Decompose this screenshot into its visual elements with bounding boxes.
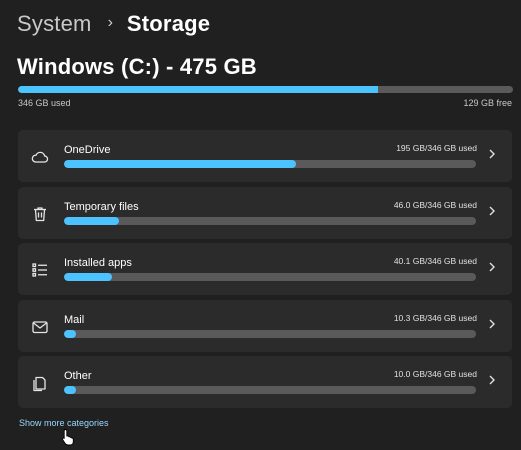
- category-usage: 10.0 GB/346 GB used: [393, 369, 477, 379]
- category-usage-fill: [64, 160, 297, 168]
- category-usage: 40.1 GB/346 GB used: [393, 256, 477, 266]
- category-usage-fill: [64, 329, 77, 338]
- category-name: Mail: [64, 313, 85, 326]
- category-onedrive[interactable]: OneDrive 195 GB/346 GB used: [18, 130, 512, 182]
- document-icon: [31, 374, 49, 392]
- cloud-icon: [31, 148, 49, 166]
- category-name: OneDrive: [64, 144, 111, 156]
- category-other[interactable]: Other 10.0 GB/346 GB used: [18, 356, 512, 408]
- category-mail[interactable]: Mail 10.3 GB/346 GB used: [18, 299, 512, 352]
- chevron-right-icon: [488, 317, 496, 331]
- drive-usage-fill: [18, 86, 379, 93]
- chevron-right-icon: [488, 204, 496, 218]
- category-usage-fill: [64, 273, 112, 281]
- breadcrumb-system[interactable]: System: [17, 11, 92, 37]
- category-usage: 46.0 GB/346 GB used: [393, 199, 477, 210]
- category-usage-bar: [64, 386, 476, 394]
- chevron-right-icon: [488, 147, 496, 161]
- chevron-right-icon: [488, 260, 496, 274]
- trash-icon: [31, 205, 49, 223]
- category-name: Other: [64, 370, 92, 382]
- category-usage-bar: [64, 273, 476, 281]
- category-usage: 10.3 GB/346 GB used: [393, 312, 477, 323]
- category-name: Installed apps: [64, 257, 132, 269]
- category-usage-fill: [64, 386, 76, 394]
- show-more-categories-link[interactable]: Show more categories: [19, 418, 109, 428]
- chevron-right-icon: [488, 373, 496, 387]
- category-temporary-files[interactable]: Temporary files 46.0 GB/346 GB used: [18, 186, 512, 239]
- category-list: OneDrive 195 GB/346 GB used Temporary fi…: [18, 130, 512, 413]
- mail-icon: [31, 318, 49, 336]
- hand-cursor-icon: [61, 428, 75, 446]
- breadcrumb-separator: ›: [107, 14, 113, 31]
- category-usage-bar: [64, 216, 476, 225]
- category-usage: 195 GB/346 GB used: [396, 143, 477, 153]
- drive-title: Windows (C:) - 475 GB: [17, 54, 257, 79]
- category-usage-bar: [64, 160, 476, 168]
- category-usage-bar: [64, 329, 476, 338]
- drive-free-label: 129 GB free: [463, 98, 512, 108]
- category-usage-fill: [64, 216, 119, 225]
- apps-list-icon: [31, 261, 49, 279]
- drive-usage-bar: [18, 86, 513, 93]
- category-name: Temporary files: [64, 200, 139, 213]
- drive-used-label: 346 GB used: [18, 98, 71, 108]
- breadcrumb: System › Storage: [17, 8, 210, 40]
- page-title: Storage: [126, 11, 211, 36]
- category-installed-apps[interactable]: Installed apps 40.1 GB/346 GB used: [18, 243, 512, 295]
